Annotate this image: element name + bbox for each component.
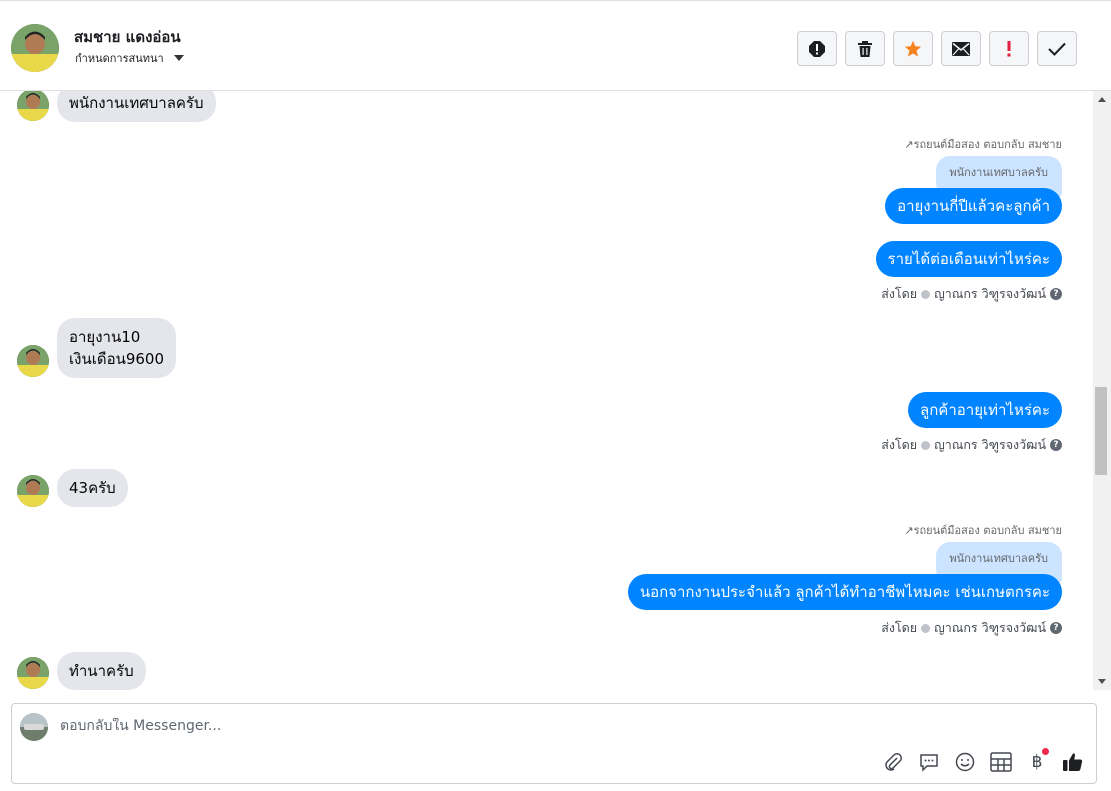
outgoing-message[interactable]: ลูกค้าอายุเท่าไหร่คะ — [908, 392, 1062, 428]
outgoing-message[interactable]: นอกจากงานประจำแล้ว ลูกค้าได้ทำอาชีพไหมคะ… — [627, 574, 1062, 610]
contact-name[interactable]: สมชาย แดงอ่อน — [74, 25, 181, 49]
emoji-button[interactable] — [952, 749, 978, 775]
reply-label: ↗รถยนต์มือสอง ตอบกลับ สมชาย — [904, 138, 1062, 151]
spam-icon — [809, 40, 825, 57]
assign-conversation-dropdown[interactable]: กำหนดการสนทนา — [75, 49, 184, 67]
avatar — [17, 91, 49, 121]
saved-replies-button[interactable] — [916, 749, 942, 775]
help-icon[interactable]: ? — [1050, 622, 1062, 634]
avatar — [17, 475, 49, 507]
sent-by-info: ส่งโดย ญาณกร วิฑูรจงวัฒน์ ? — [881, 435, 1062, 455]
reply-input[interactable] — [60, 718, 960, 734]
sent-by-info: ส่งโดย ญาณกร วิฑูรจงวัฒน์ ? — [881, 284, 1062, 304]
notification-dot — [1042, 748, 1049, 755]
important-button[interactable] — [989, 31, 1029, 66]
attach-button[interactable] — [880, 749, 906, 775]
thumbs-up-icon — [1063, 753, 1083, 771]
assign-label: กำหนดการสนทนา — [75, 52, 164, 65]
contact-avatar[interactable] — [11, 24, 59, 72]
help-icon[interactable]: ? — [1050, 288, 1062, 300]
done-icon — [1048, 42, 1066, 56]
conversation-header: สมชาย แดงอ่อน กำหนดการสนทนา — [0, 0, 1111, 91]
reply-arrow-icon: ↗ — [904, 524, 914, 537]
mark-done-button[interactable] — [1037, 31, 1077, 66]
baht-icon: ฿ — [1031, 752, 1043, 772]
table-icon — [990, 752, 1012, 772]
star-icon — [904, 40, 922, 57]
sent-check-icon — [921, 623, 931, 633]
help-icon[interactable]: ? — [1050, 439, 1062, 451]
attach-icon — [885, 753, 902, 771]
incoming-message[interactable]: 43ครับ — [57, 469, 128, 507]
mail-icon — [952, 41, 970, 56]
incoming-message[interactable]: พนักงานเทศบาลครับ — [57, 91, 216, 122]
outgoing-message[interactable]: อายุงานกี่ปีแล้วคะลูกค้า — [885, 188, 1062, 224]
mark-spam-button[interactable] — [797, 31, 837, 66]
emoji-icon — [955, 752, 975, 772]
trash-icon — [858, 40, 872, 57]
reply-arrow-icon: ↗ — [904, 138, 914, 151]
table-button[interactable] — [988, 749, 1014, 775]
like-button[interactable] — [1060, 749, 1086, 775]
incoming-message[interactable]: ทำนาครับ — [57, 652, 146, 690]
header-actions — [797, 31, 1077, 66]
mark-unread-button[interactable] — [941, 31, 981, 66]
saved-replies-icon — [920, 754, 938, 772]
sent-check-icon — [921, 289, 931, 299]
outgoing-message[interactable]: รายได้ต่อเดือนเท่าไหร่คะ — [875, 241, 1062, 277]
scroll-up-arrow-icon[interactable] — [1098, 97, 1106, 102]
delete-button[interactable] — [845, 31, 885, 66]
page-avatar — [20, 713, 48, 741]
sent-by-info: ส่งโดย ญาณกร วิฑูรจงวัฒน์ ? — [881, 618, 1062, 638]
reply-label: ↗รถยนต์มือสอง ตอบกลับ สมชาย — [904, 524, 1062, 537]
scrollbar-thumb[interactable] — [1095, 387, 1107, 475]
scrollbar[interactable] — [1093, 91, 1111, 690]
avatar — [17, 657, 49, 689]
important-icon — [1007, 40, 1011, 56]
incoming-message[interactable]: อายุงาน10 เงินเดือน9600 — [57, 318, 177, 378]
composer: ฿ — [11, 703, 1097, 784]
caret-down-icon — [173, 55, 184, 61]
sent-check-icon — [921, 440, 931, 450]
avatar — [17, 345, 49, 377]
scroll-down-arrow-icon[interactable] — [1098, 679, 1106, 684]
message-thread[interactable]: พนักงานเทศบาลครับ ↗รถยนต์มือสอง ตอบกลับ … — [0, 91, 1093, 690]
star-button[interactable] — [893, 31, 933, 66]
payment-button[interactable]: ฿ — [1024, 748, 1050, 775]
composer-tools: ฿ — [880, 748, 1086, 775]
